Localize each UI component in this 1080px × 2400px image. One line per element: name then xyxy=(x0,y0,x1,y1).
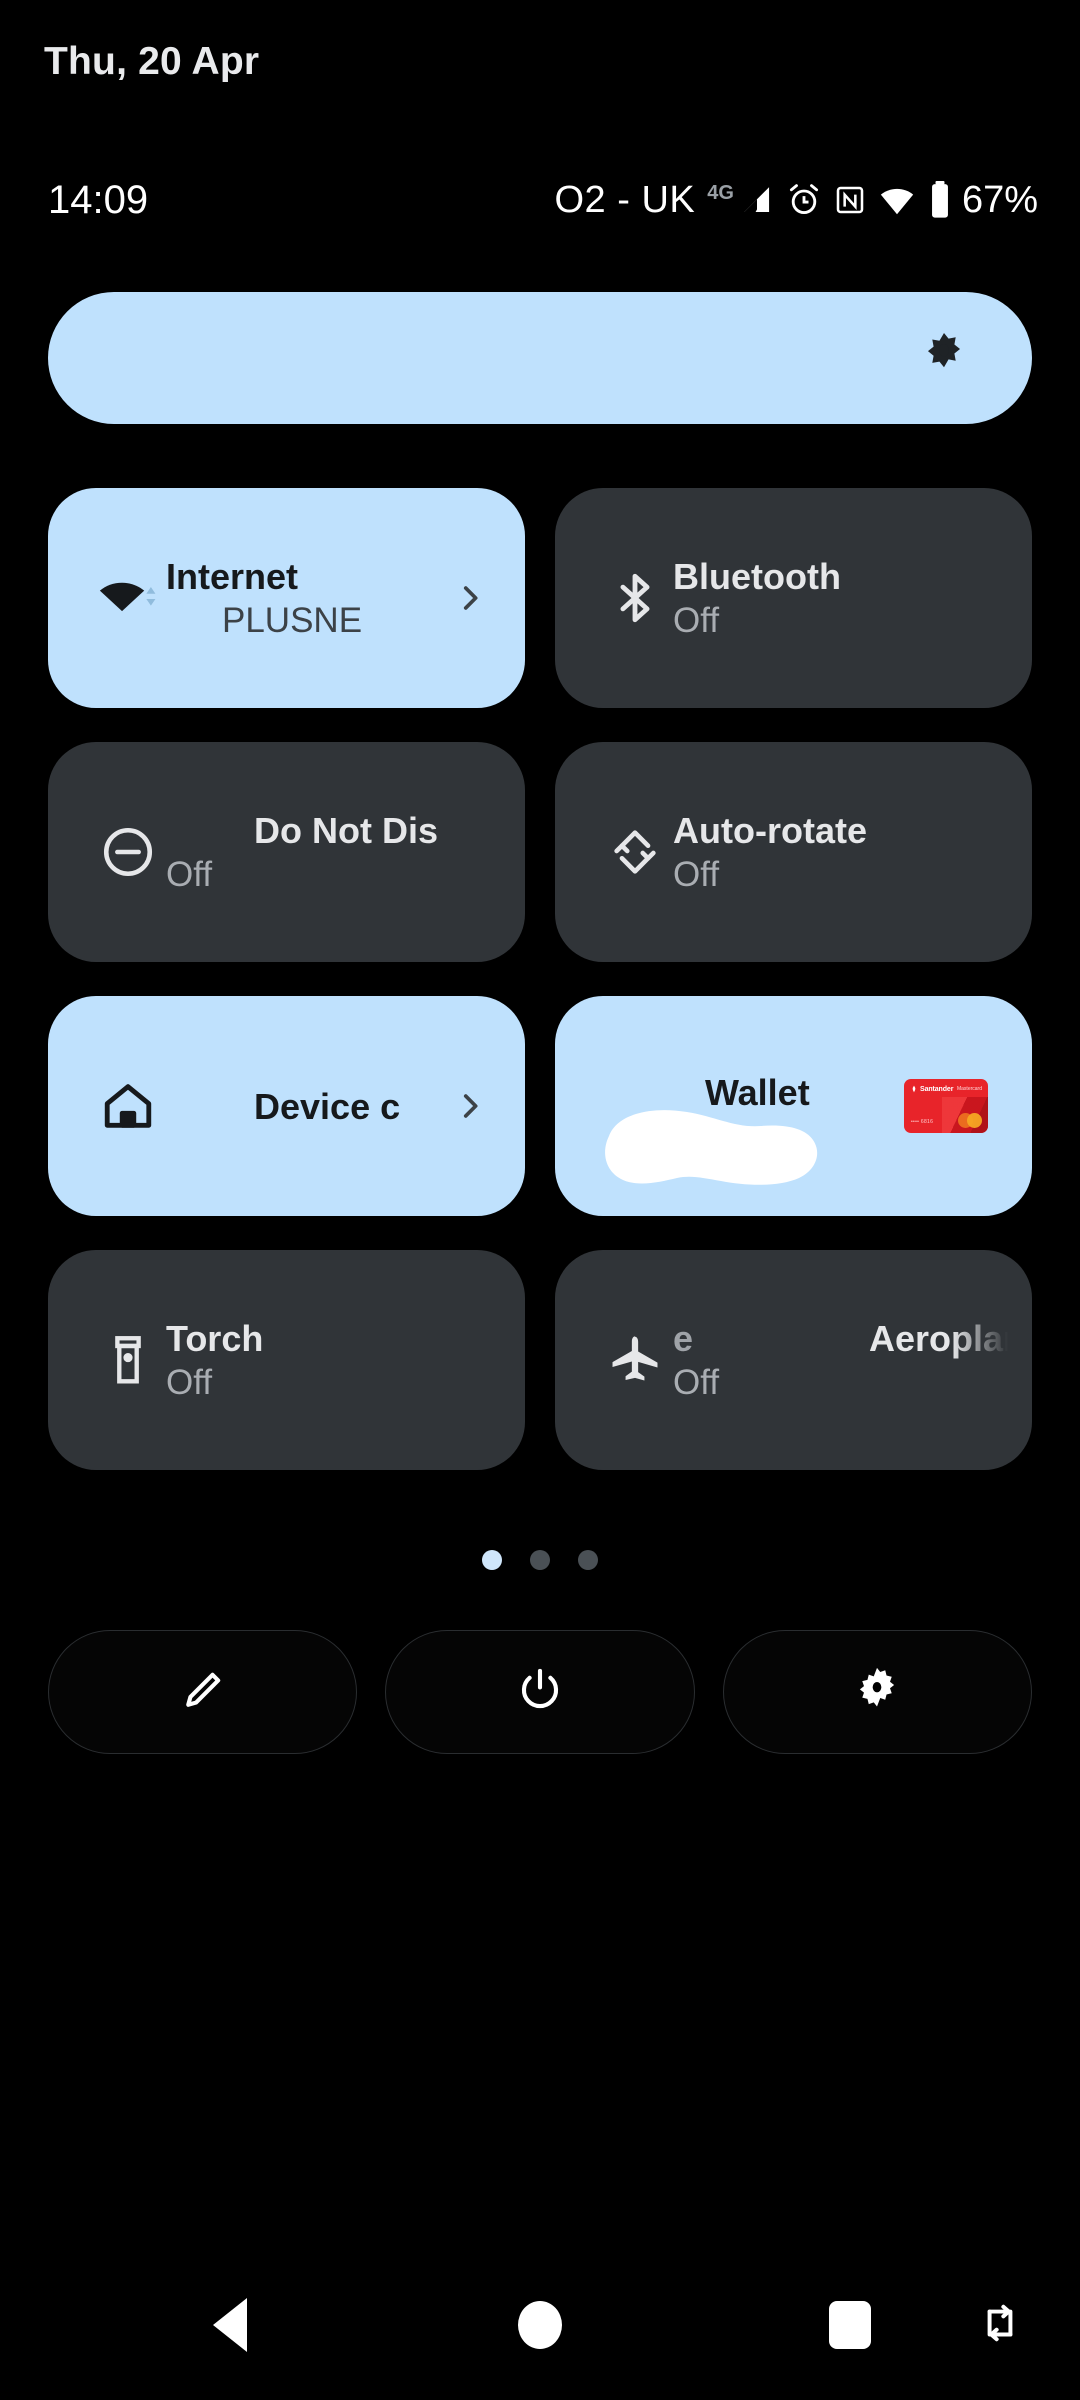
tile-aeroplane-mode[interactable]: e Aeroplan Off xyxy=(555,1250,1032,1470)
aeroplane-icon xyxy=(603,1328,667,1392)
nav-recents-button[interactable] xyxy=(775,2250,925,2400)
tile-auto-rotate-text: Auto-rotate Off xyxy=(673,790,1008,914)
page-dot-3[interactable] xyxy=(578,1550,598,1570)
signal-icon xyxy=(740,183,774,217)
pencil-icon xyxy=(177,1664,229,1721)
footer-actions xyxy=(48,1630,1032,1754)
tile-do-not-disturb-subtitle: Off xyxy=(166,854,213,894)
brightness-slider[interactable] xyxy=(48,292,1032,424)
gear-icon xyxy=(851,1664,903,1721)
wifi-icon xyxy=(878,181,916,219)
status-clock: 14:09 xyxy=(48,177,149,222)
status-bar: 14:09 O2 - UK 4G 67% xyxy=(0,168,1080,232)
wifi-icon xyxy=(96,566,160,630)
tile-auto-rotate-title: Auto-rotate xyxy=(673,809,867,851)
tile-torch-title: Torch xyxy=(166,1317,264,1359)
page-dot-2[interactable] xyxy=(530,1550,550,1570)
tile-aeroplane-mode-title-prefix: e xyxy=(673,1317,694,1359)
screen-rotate-icon xyxy=(975,2298,1025,2353)
brightness-icon xyxy=(918,330,970,387)
tile-internet[interactable]: Internet PLUSNE xyxy=(48,488,525,708)
battery-icon xyxy=(928,181,952,219)
tile-device-controls[interactable]: Device c xyxy=(48,996,525,1216)
power-button[interactable] xyxy=(385,1630,695,1754)
battery-percent-label: 67% xyxy=(961,178,1038,221)
tile-bluetooth-title: Bluetooth xyxy=(673,555,841,597)
tile-do-not-disturb-text: Do Not Dis Off xyxy=(166,790,501,914)
navigation-bar xyxy=(0,2250,1080,2400)
settings-button[interactable] xyxy=(722,1630,1032,1754)
tile-do-not-disturb[interactable]: Do Not Dis Off xyxy=(48,742,525,962)
date-header: Thu, 20 Apr xyxy=(44,40,260,83)
auto-rotate-icon xyxy=(603,820,667,884)
do-not-disturb-icon xyxy=(96,820,160,884)
back-triangle-icon xyxy=(213,2298,247,2352)
tile-torch[interactable]: Torch Off xyxy=(48,1250,525,1470)
carrier-label: O2 - UK xyxy=(554,178,696,221)
tile-aeroplane-mode-subtitle: Off xyxy=(673,1362,720,1402)
tile-auto-rotate[interactable]: Auto-rotate Off xyxy=(555,742,1032,962)
bluetooth-icon xyxy=(603,566,667,630)
torch-icon xyxy=(96,1328,160,1392)
wallet-card-number: •••• 6816 xyxy=(911,1119,934,1125)
nav-home-button[interactable] xyxy=(465,2250,615,2400)
power-icon xyxy=(514,1664,566,1721)
tile-aeroplane-mode-title-wrap: e Aeroplan xyxy=(673,1315,1008,1361)
tile-torch-subtitle: Off xyxy=(166,1362,213,1402)
tile-device-controls-title: Device c xyxy=(166,1083,501,1129)
home-circle-icon xyxy=(518,2301,562,2349)
tile-internet-text: Internet PLUSNE xyxy=(166,536,501,660)
tile-bluetooth-subtitle: Off xyxy=(673,600,720,640)
santander-logo-icon: Santander xyxy=(910,1085,953,1093)
tile-do-not-disturb-title: Do Not Dis xyxy=(166,807,501,853)
status-icons: O2 - UK 4G 67% xyxy=(555,168,1039,232)
tile-bluetooth-text: Bluetooth Off xyxy=(673,536,1008,660)
alarm-icon xyxy=(786,182,822,218)
nav-back-button[interactable] xyxy=(155,2250,305,2400)
tile-bluetooth[interactable]: Bluetooth Off xyxy=(555,488,1032,708)
wallet-card-brand: Mastercard xyxy=(956,1086,982,1092)
edit-tiles-button[interactable] xyxy=(48,1630,358,1754)
tile-internet-title: Internet xyxy=(166,555,299,597)
network-type-label: 4G xyxy=(707,181,734,204)
page-indicator xyxy=(0,1550,1080,1570)
tile-device-controls-text: Device c xyxy=(166,1044,501,1168)
page-dot-1[interactable] xyxy=(482,1550,502,1570)
quick-settings-grid: Internet PLUSNE Bluetooth Off Do Not Dis… xyxy=(48,488,1032,1470)
wallet-card-thumbnail: Santander Mastercard •••• 6816 xyxy=(904,1079,988,1133)
tile-internet-subtitle: PLUSNE xyxy=(166,598,501,643)
chevron-right-icon[interactable] xyxy=(453,1089,487,1123)
tile-auto-rotate-subtitle: Off xyxy=(673,854,720,894)
home-icon xyxy=(96,1074,160,1138)
chevron-right-icon[interactable] xyxy=(453,581,487,615)
tile-aeroplane-mode-text: e Aeroplan Off xyxy=(673,1298,1008,1422)
wallet-card-bank: Santander xyxy=(920,1085,954,1093)
tile-wallet[interactable]: Wallet Santander Mastercard •••• 6816 xyxy=(555,996,1032,1216)
nav-rotate-button[interactable] xyxy=(925,2250,1075,2400)
tile-torch-text: Torch Off xyxy=(166,1298,501,1422)
recents-square-icon xyxy=(829,2301,871,2349)
nfc-icon xyxy=(834,184,866,216)
mastercard-icon xyxy=(958,1113,982,1128)
tile-aeroplane-mode-title: Aeroplan xyxy=(869,1317,1008,1359)
